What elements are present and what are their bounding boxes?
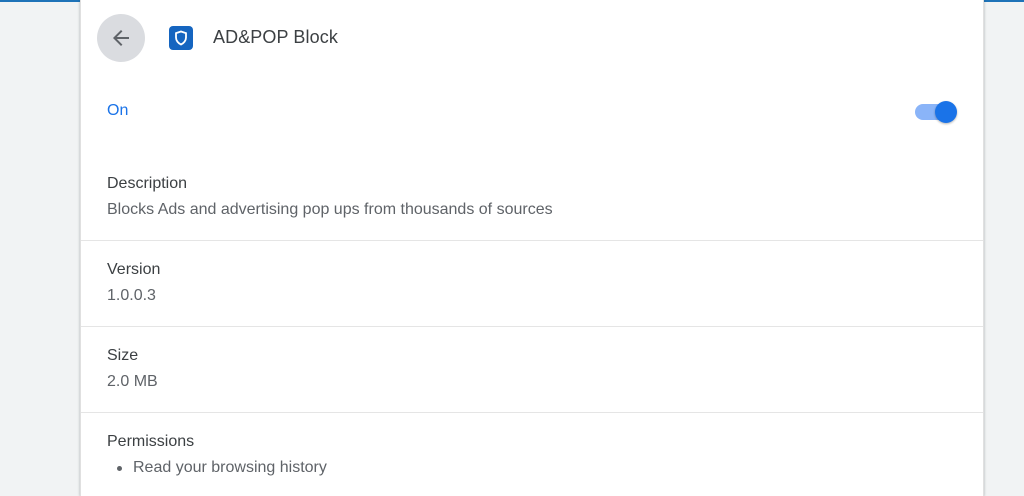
permissions-list: Read your browsing history: [107, 459, 327, 477]
version-value: 1.0.0.3: [107, 287, 156, 304]
enable-toggle[interactable]: [913, 100, 957, 124]
arrow-left-icon: [113, 30, 129, 46]
permissions-label: Permissions: [107, 433, 195, 450]
size-value: 2.0 MB: [107, 373, 158, 390]
bullet-icon: [117, 465, 122, 471]
extension-details-card: AD&POP Block On Description Blocks Ads a…: [80, 0, 984, 496]
permissions-section: Permissions Read your browsing history: [81, 413, 983, 496]
shield-icon: [175, 30, 187, 46]
extension-icon: [169, 26, 193, 50]
toggle-state-label: On: [107, 102, 129, 119]
back-button[interactable]: [97, 14, 145, 62]
permission-text: Read your browsing history: [133, 459, 327, 476]
enable-toggle-row: On: [81, 78, 983, 148]
extension-title: AD&POP Block: [213, 27, 338, 47]
toggle-knob: [935, 101, 957, 123]
version-label: Version: [107, 261, 161, 278]
size-section: Size 2.0 MB: [81, 327, 983, 413]
version-section: Version 1.0.0.3: [81, 241, 983, 327]
description-section: Description Blocks Ads and advertising p…: [81, 148, 983, 241]
description-label: Description: [107, 175, 188, 192]
header: AD&POP Block: [81, 0, 983, 78]
size-label: Size: [107, 347, 139, 364]
description-value: Blocks Ads and advertising pop ups from …: [107, 201, 553, 218]
permission-item: Read your browsing history: [107, 459, 327, 477]
